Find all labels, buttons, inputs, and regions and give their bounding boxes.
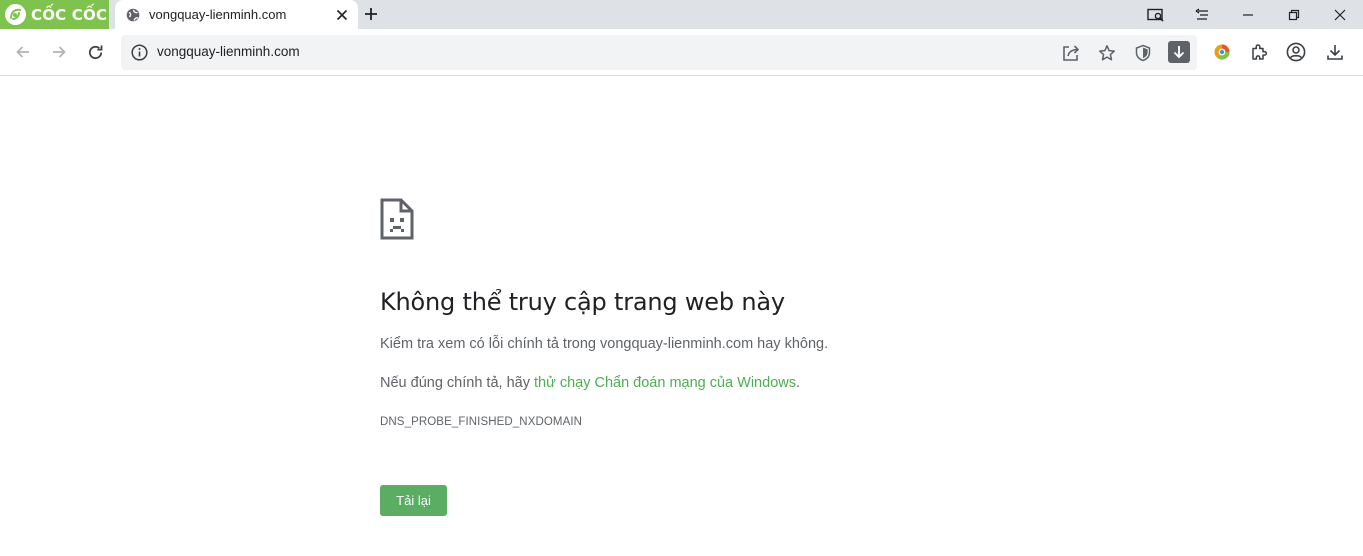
close-tab-icon[interactable]	[333, 6, 351, 24]
puzzle-icon	[1252, 44, 1268, 60]
downloads-button[interactable]	[1323, 40, 1347, 64]
suggestion-suffix: .	[795, 375, 801, 391]
globe-icon	[126, 8, 140, 22]
reload-page-button[interactable]: Tải lại	[380, 485, 447, 516]
spelling-check-text: Kiểm tra xem có lỗi chính tả trong vongq…	[380, 336, 829, 352]
suggestion-prefix: Nếu đúng chính tả, hãy	[380, 375, 534, 391]
extensions-button[interactable]	[1247, 40, 1271, 64]
share-button[interactable]	[1059, 41, 1083, 65]
restore-button[interactable]	[1276, 0, 1312, 29]
download-arrow-icon	[1173, 46, 1185, 59]
back-button[interactable]	[11, 40, 35, 64]
star-icon	[1098, 45, 1116, 61]
adblock-button[interactable]	[1131, 41, 1155, 65]
coccoc-logo[interactable]: CỐC CỐC	[0, 0, 109, 29]
info-icon[interactable]	[131, 44, 148, 61]
shield-icon	[1135, 44, 1151, 62]
restore-icon	[1288, 9, 1300, 20]
media-download-button[interactable]	[1168, 41, 1190, 63]
search-tabs-button[interactable]	[1138, 0, 1174, 29]
active-tab[interactable]: vongquay-lienminh.com	[115, 0, 358, 29]
profile-icon	[1286, 42, 1306, 62]
refresh-icon	[88, 45, 102, 59]
tab-search-icon	[1147, 8, 1164, 22]
address-bar[interactable]: vongquay-lienminh.com	[121, 35, 1197, 70]
profile-button[interactable]	[1284, 40, 1308, 64]
plus-icon	[365, 8, 377, 20]
brand-name: CỐC CỐC	[31, 5, 108, 24]
url-text[interactable]: vongquay-lienminh.com	[157, 44, 300, 59]
arrow-left-icon	[16, 46, 29, 58]
new-tab-button[interactable]	[361, 4, 381, 24]
error-code: DNS_PROBE_FINISHED_NXDOMAIN	[380, 416, 583, 428]
diagnostics-suggestion: Nếu đúng chính tả, hãy thử chạy Chẩn đoá…	[380, 375, 800, 391]
error-page: Không thể truy cập trang web này Kiểm tr…	[0, 77, 1363, 556]
close-window-button[interactable]	[1322, 0, 1358, 29]
coccoc-logo-icon	[5, 4, 26, 25]
download-icon	[1327, 45, 1343, 60]
close-icon	[1334, 9, 1346, 20]
tab-title: vongquay-lienminh.com	[149, 7, 287, 22]
bookmark-button[interactable]	[1095, 41, 1119, 65]
browser-toolbar: vongquay-lienminh.com	[0, 29, 1363, 76]
minimize-icon	[1243, 13, 1253, 16]
sad-document-icon	[380, 198, 414, 240]
network-diagnostics-link[interactable]: thử chạy Chẩn đoán mạng của Windows	[534, 375, 796, 391]
coccoc-extension-icon	[1214, 44, 1230, 60]
coccoc-extension-button[interactable]	[1210, 40, 1234, 64]
error-title: Không thể truy cập trang web này	[380, 288, 785, 316]
reload-toolbar-button[interactable]	[83, 40, 107, 64]
sidebar-toggle-button[interactable]	[1184, 0, 1220, 29]
arrows-icon	[1195, 7, 1208, 20]
share-icon	[1062, 45, 1079, 61]
forward-button[interactable]	[47, 40, 71, 64]
minimize-button[interactable]	[1230, 0, 1266, 29]
arrow-right-icon	[53, 46, 66, 58]
tab-strip: CỐC CỐC vongquay-lienminh.com	[0, 0, 1363, 29]
